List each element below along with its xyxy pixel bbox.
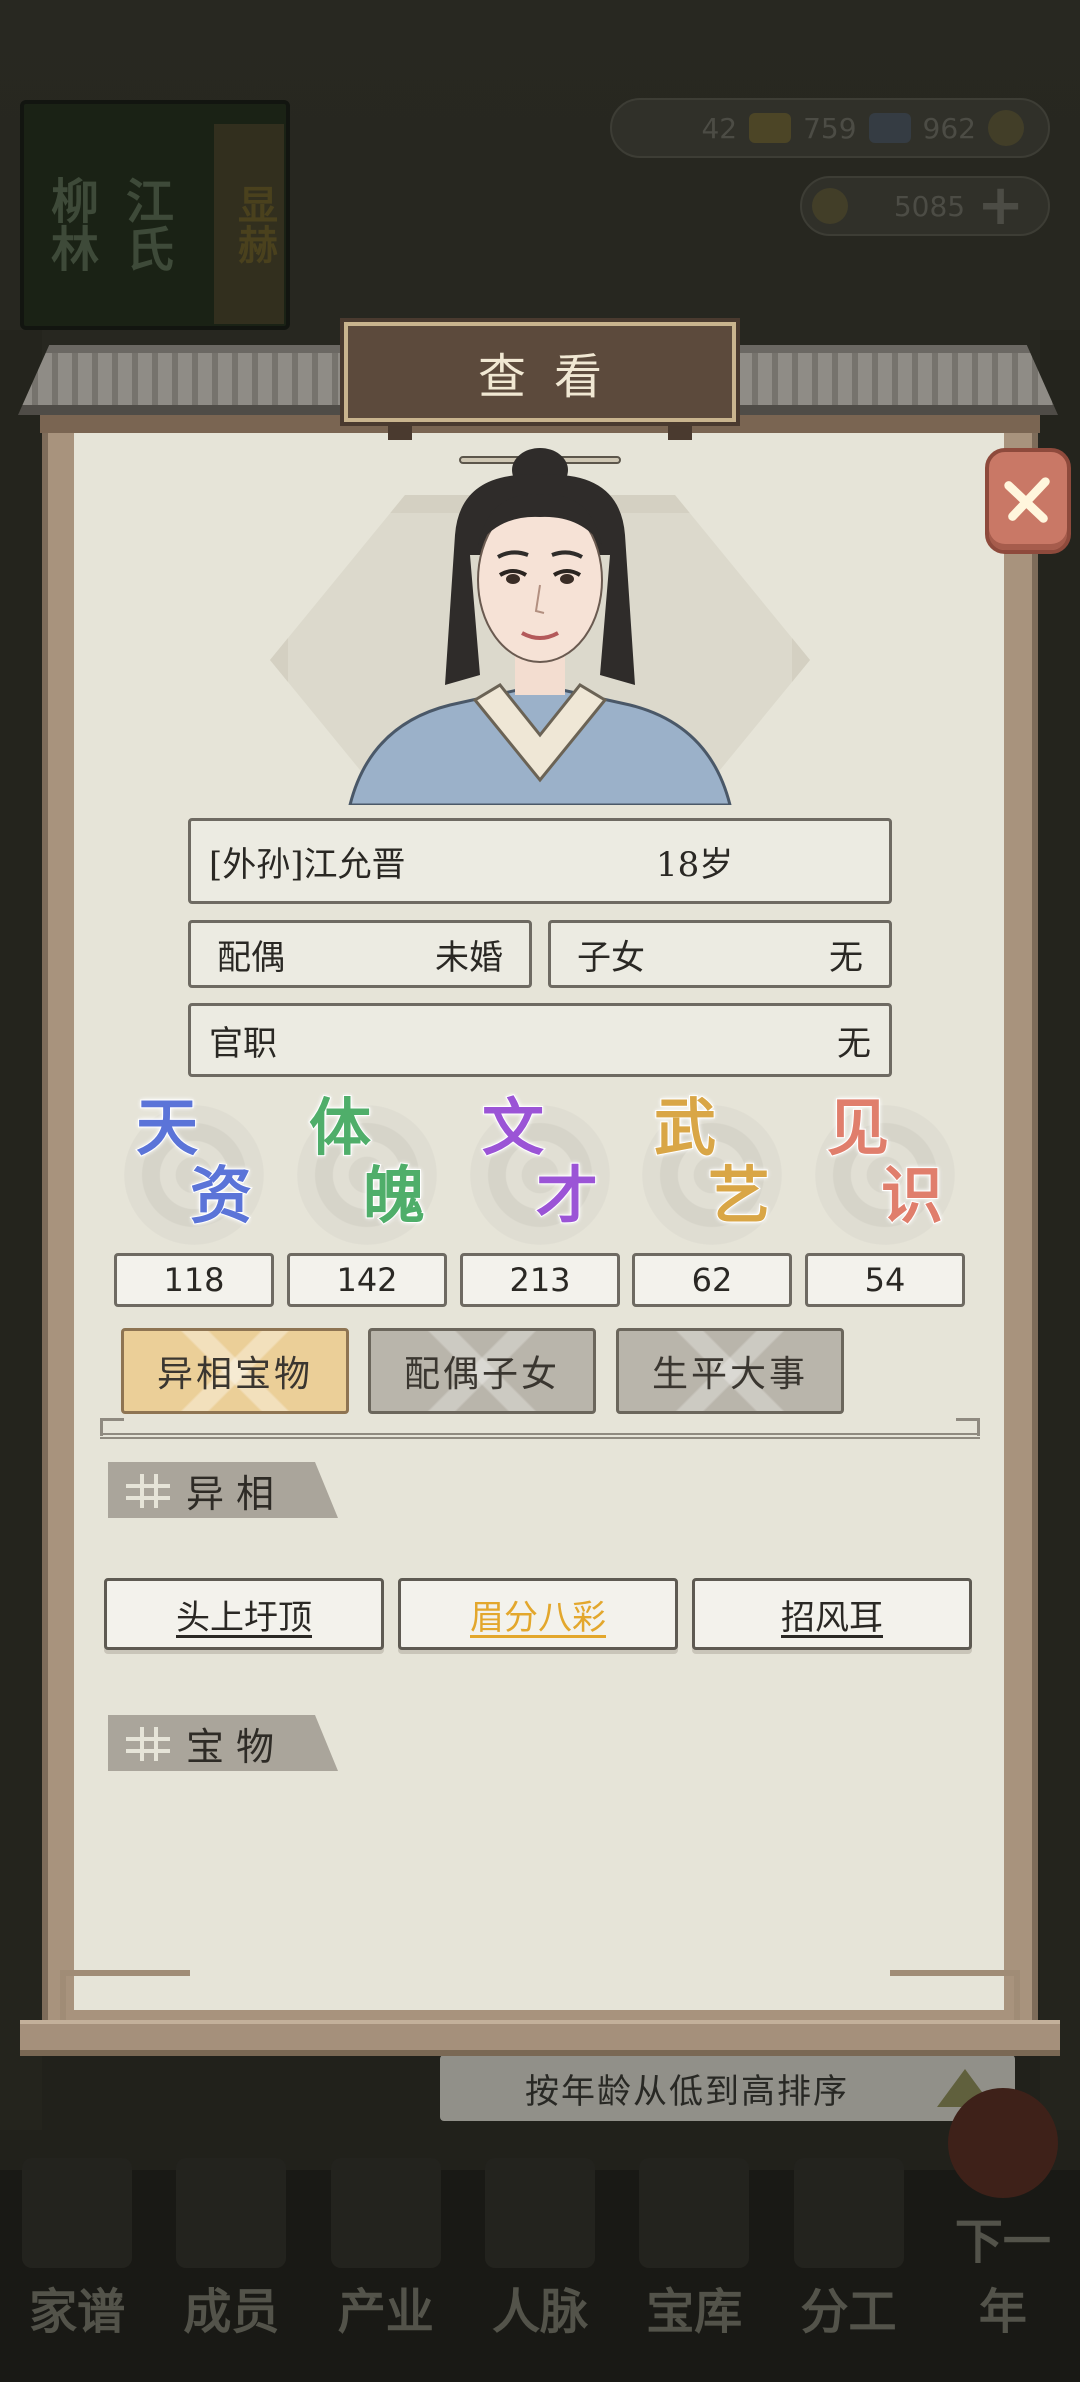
- close-icon: [1004, 477, 1050, 523]
- office-label: 官职: [209, 1023, 277, 1064]
- treasures-heading: 宝物: [108, 1715, 338, 1771]
- trait-item[interactable]: 头上圩顶: [104, 1578, 384, 1650]
- stat-orb: 体 魄: [297, 1096, 437, 1245]
- tab-life-events[interactable]: 生平大事: [616, 1328, 844, 1414]
- children-label: 子女: [577, 937, 645, 978]
- traits-heading-text: 异相: [186, 1471, 287, 1516]
- lattice-icon: [126, 1474, 170, 1508]
- stat-char-2: 艺: [707, 1159, 771, 1232]
- stat-insight: 见 识 54: [805, 1096, 965, 1307]
- stat-char-2: 识: [880, 1159, 944, 1232]
- tab-spouse-children[interactable]: 配偶子女: [368, 1328, 596, 1414]
- stat-value: 62: [632, 1253, 792, 1307]
- character-portrait: [250, 435, 830, 805]
- children-value: 无: [829, 937, 863, 978]
- spouse-label: 配偶: [217, 937, 285, 978]
- stat-orb: 武 艺: [642, 1096, 782, 1245]
- office-value: 无: [837, 1023, 871, 1064]
- trait-item[interactable]: 招风耳: [692, 1578, 972, 1650]
- tab-traits-treasures[interactable]: 异相宝物: [121, 1328, 349, 1414]
- section-divider: [100, 1433, 980, 1439]
- character-name: [外孙]江允晋: [209, 844, 406, 885]
- office-field: 官职 无: [188, 1003, 892, 1077]
- stat-char-2: 魄: [362, 1159, 426, 1232]
- modal-title-text: 查看: [477, 349, 630, 405]
- stat-orb: 天 资: [124, 1096, 264, 1245]
- stat-char-1: 文: [481, 1091, 545, 1164]
- lattice-corner-right: [890, 1970, 1020, 2020]
- divider-hook-right: [956, 1418, 980, 1436]
- stat-orb: 见 识: [815, 1096, 955, 1245]
- modal-title: 查看: [340, 318, 740, 440]
- stat-char-1: 见: [826, 1091, 890, 1164]
- portrait-figure: [348, 448, 732, 805]
- stat-value: 213: [460, 1253, 620, 1307]
- character-detail-modal: 查看 [外孙]江允晋 18岁 配偶 未婚 子女 无 官职 无 天 资 118 体…: [0, 0, 1080, 2382]
- stat-talent: 天 资 118: [114, 1096, 274, 1307]
- treasures-heading-text: 宝物: [186, 1724, 287, 1769]
- stat-value: 54: [805, 1253, 965, 1307]
- name-age-field: [外孙]江允晋 18岁: [188, 818, 892, 904]
- children-field: 子女 无: [548, 920, 892, 988]
- lattice-corner-left: [60, 1970, 190, 2020]
- scroll-bottom-rail: [20, 2020, 1060, 2056]
- stat-martial: 武 艺 62: [632, 1096, 792, 1307]
- character-age: 18岁: [656, 844, 734, 885]
- lattice-icon: [126, 1727, 170, 1761]
- stat-literary: 文 才 213: [460, 1096, 620, 1307]
- close-button[interactable]: [985, 448, 1071, 554]
- stat-orb: 文 才: [470, 1096, 610, 1245]
- stat-value: 118: [114, 1253, 274, 1307]
- stat-value: 142: [287, 1253, 447, 1307]
- traits-heading: 异相: [108, 1462, 338, 1518]
- stat-char-2: 才: [535, 1159, 599, 1232]
- trait-item[interactable]: 眉分八彩: [398, 1578, 678, 1650]
- spouse-value: 未婚: [435, 937, 503, 978]
- spouse-field: 配偶 未婚: [188, 920, 532, 988]
- stat-char-1: 体: [308, 1091, 372, 1164]
- stat-physique: 体 魄 142: [287, 1096, 447, 1307]
- stat-char-2: 资: [189, 1159, 253, 1232]
- divider-hook-left: [100, 1418, 124, 1436]
- stat-char-1: 天: [135, 1091, 199, 1164]
- stat-char-1: 武: [653, 1091, 717, 1164]
